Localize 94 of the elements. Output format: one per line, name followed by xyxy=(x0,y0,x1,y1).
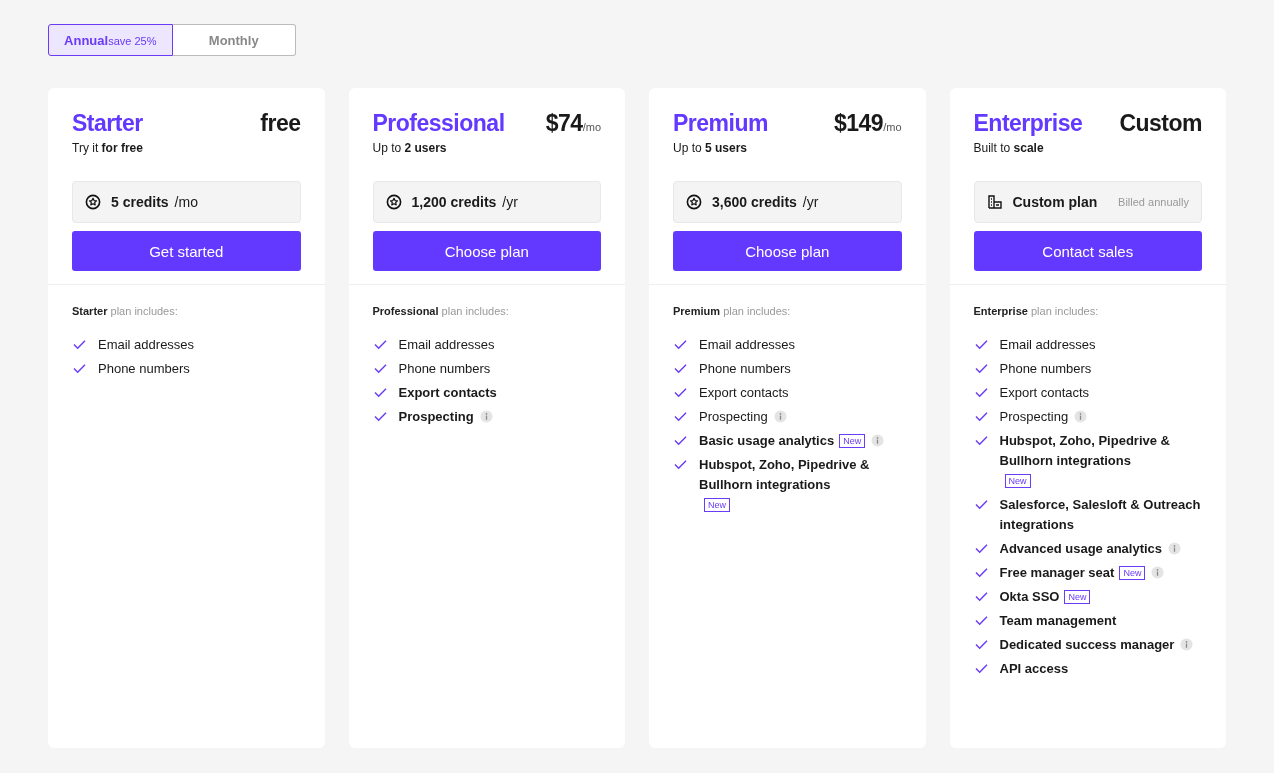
check-icon xyxy=(674,363,687,374)
allowance-unit: /yr xyxy=(502,194,518,210)
plan-button[interactable]: Choose plan xyxy=(372,231,601,271)
includes-heading: Starter plan includes: xyxy=(72,305,178,317)
feature-text: Basic usage analytics xyxy=(699,432,835,450)
check-icon xyxy=(73,363,86,374)
billing-note: Billed annually xyxy=(1118,196,1189,208)
info-icon[interactable] xyxy=(1074,410,1088,423)
plan-name: Premium xyxy=(673,110,768,137)
allowance-unit: /mo xyxy=(174,194,198,210)
star-badge-icon xyxy=(686,194,702,210)
info-icon[interactable] xyxy=(773,410,787,423)
check-icon xyxy=(974,435,988,446)
check-icon xyxy=(974,363,988,374)
feature-text: Okta SSO xyxy=(999,588,1060,606)
new-tag: New xyxy=(1004,474,1031,488)
new-tag: New xyxy=(839,434,866,448)
check-icon xyxy=(974,411,988,422)
check-icon xyxy=(974,639,988,650)
includes-heading: Premium plan includes: xyxy=(673,305,791,317)
feature-text: Phone numbers xyxy=(398,360,491,378)
plan-subtitle: Up to 2 users xyxy=(372,141,447,155)
includes-heading: Professional plan includes: xyxy=(372,305,509,317)
feature-text: Prospecting xyxy=(999,408,1069,426)
info-icon[interactable] xyxy=(1151,566,1165,579)
feature-text: Email addresses xyxy=(98,336,195,354)
plan-button[interactable]: Contact sales xyxy=(973,231,1202,271)
new-tag: New xyxy=(1119,566,1146,580)
allowance-amount: 1,200 credits xyxy=(411,194,497,210)
check-icon xyxy=(974,663,988,674)
feature-text: Advanced usage analytics xyxy=(999,540,1163,558)
check-icon xyxy=(974,567,988,578)
feature-text: Phone numbers xyxy=(999,360,1092,378)
check-icon xyxy=(373,363,387,374)
plan-button[interactable]: Get started xyxy=(72,231,301,271)
check-icon xyxy=(373,339,387,350)
star-badge-icon xyxy=(385,194,402,210)
check-icon xyxy=(674,339,687,350)
feature-text: Phone numbers xyxy=(699,360,791,378)
allowance-amount: 3,600 credits xyxy=(712,194,797,210)
feature-text: Email addresses xyxy=(398,336,495,354)
feature-text: Phone numbers xyxy=(98,360,190,378)
plan-subtitle: Try it for free xyxy=(72,141,143,155)
check-icon xyxy=(674,459,687,470)
billing-option[interactable]: Annualsave 25% xyxy=(48,24,173,56)
billing-option[interactable]: Monthly xyxy=(172,24,296,56)
feature-text: Prospecting xyxy=(398,408,474,426)
check-icon xyxy=(373,387,387,398)
allowance-amount: Custom plan xyxy=(1012,194,1098,210)
feature-text: Dedicated success manager xyxy=(999,636,1175,654)
feature-text: Email addresses xyxy=(999,336,1096,354)
new-tag: New xyxy=(1064,590,1091,604)
plan-price: $149/mo xyxy=(834,110,902,137)
plan-name: Professional xyxy=(372,110,505,137)
feature-text: Hubspot, Zoho, Pipedrive & Bullhorn integrations xyxy=(699,456,871,494)
check-icon xyxy=(974,615,988,626)
buildings-icon xyxy=(986,194,1003,210)
check-icon xyxy=(974,499,988,510)
plan-price: Custom xyxy=(1119,110,1202,137)
info-icon[interactable] xyxy=(479,410,493,423)
feature-text: Team management xyxy=(999,612,1117,630)
allowance-unit: /yr xyxy=(802,194,819,210)
check-icon xyxy=(674,435,687,446)
info-icon[interactable] xyxy=(1180,638,1194,651)
info-icon[interactable] xyxy=(1168,542,1182,555)
star-badge-icon xyxy=(85,194,101,210)
check-icon xyxy=(674,387,687,398)
feature-text: Salesforce, Salesloft & Outreach integrations xyxy=(999,496,1202,534)
feature-text: Hubspot, Zoho, Pipedrive & Bullhorn integrations xyxy=(999,432,1171,470)
feature-text: Export contacts xyxy=(398,384,497,402)
feature-text: Export contacts xyxy=(999,384,1090,402)
feature-text: Email addresses xyxy=(699,336,796,354)
includes-heading: Enterprise plan includes: xyxy=(973,305,1099,317)
plan-price: free xyxy=(260,110,301,137)
info-icon[interactable] xyxy=(871,434,885,447)
plan-subtitle: Up to 5 users xyxy=(673,141,748,155)
check-icon xyxy=(373,411,387,422)
plan-subtitle: Built to scale xyxy=(973,141,1044,155)
plan-price: $74/mo xyxy=(545,110,601,137)
feature-text: Prospecting xyxy=(699,408,768,426)
plan-button[interactable]: Choose plan xyxy=(673,231,902,271)
new-tag: New xyxy=(704,498,730,512)
allowance-amount: 5 credits xyxy=(111,194,169,210)
plan-name: Starter xyxy=(72,110,143,137)
check-icon xyxy=(974,591,988,602)
feature-text: API access xyxy=(999,660,1069,678)
feature-text: Free manager seat xyxy=(999,564,1115,582)
check-icon xyxy=(974,387,988,398)
check-icon xyxy=(974,543,988,554)
feature-text: Export contacts xyxy=(699,384,789,402)
plan-name: Enterprise xyxy=(973,110,1083,137)
check-icon xyxy=(674,411,687,422)
check-icon xyxy=(974,339,988,350)
check-icon xyxy=(73,339,86,350)
